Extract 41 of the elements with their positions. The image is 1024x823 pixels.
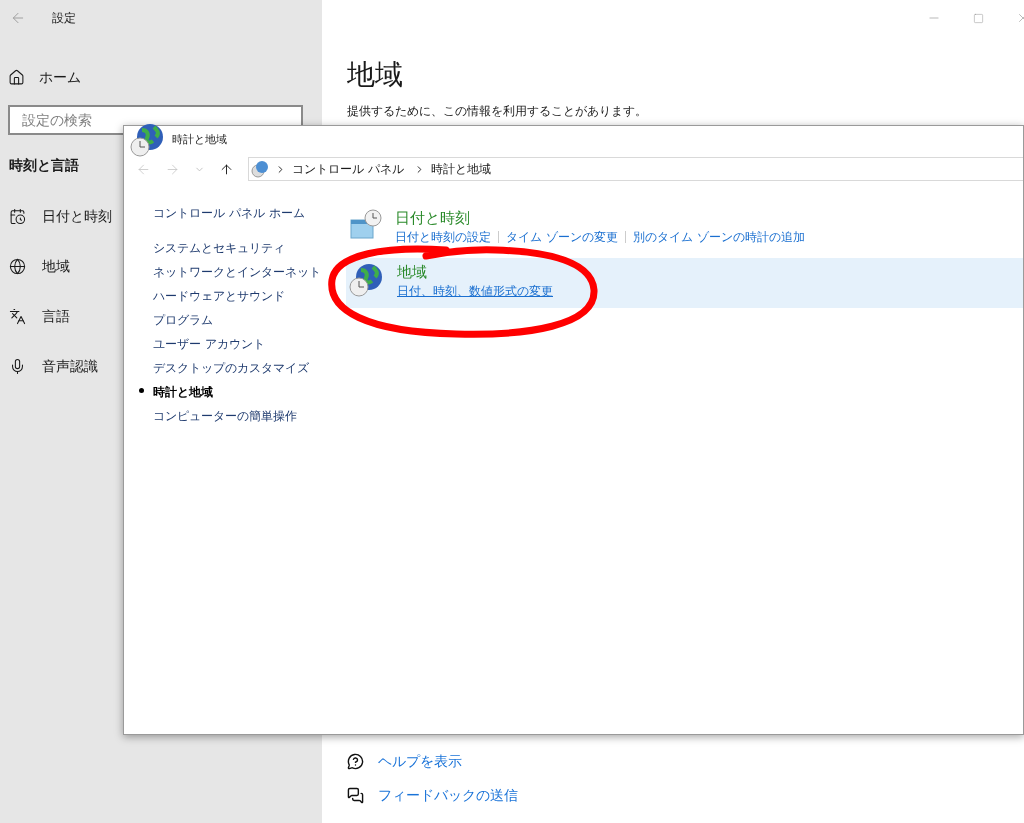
sidebar-link[interactable]: コンピューターの簡単操作 [153,407,297,425]
page-title: 地域 [347,57,404,93]
address-bar[interactable]: コントロール パネル 時計と地域 [248,157,1023,181]
sidebar-link[interactable]: システムとセキュリティ [153,239,285,257]
category-title[interactable]: 日付と時刻 [395,208,805,228]
section-heading: 時刻と言語 [9,156,79,175]
task-link[interactable]: 別のタイム ゾーンの時計の追加 [632,228,805,246]
home-icon [8,68,25,86]
globe-clock-icon [349,262,385,298]
maximize-icon[interactable] [973,12,984,24]
microphone-icon [9,357,26,375]
nav-item[interactable]: 日付と時刻 [9,203,112,229]
calendar-clock-icon [9,207,26,225]
globe-icon [9,257,26,275]
help-link[interactable]: ヘルプを表示 [347,751,1024,772]
nav-item[interactable]: 言語 [9,303,70,329]
sidebar-link[interactable]: プログラム [153,311,213,329]
bullet-icon [139,388,144,393]
sidebar-link[interactable]: ハードウェアとサウンド [153,287,285,305]
task-link[interactable]: タイム ゾーンの変更 [506,228,618,246]
task-link[interactable]: 日付、時刻、数値形式の変更 [397,282,553,300]
people-chat-icon [347,787,364,804]
help-bubble-icon [347,753,364,770]
language-icon [9,307,26,325]
sidebar-link[interactable]: ユーザー アカウント [153,335,265,353]
sidebar-link[interactable]: 時計と地域 [153,383,213,401]
description-text: 提供するために、この情報を利用することがあります。 [347,103,648,120]
home-link[interactable]: ホーム [0,59,322,95]
nav-item[interactable]: 音声認識 [9,353,98,379]
help-link[interactable]: フィードバックの送信 [347,785,1024,806]
nav-item[interactable]: 地域 [9,253,70,279]
sidebar-link[interactable]: ネットワークとインターネット [153,263,321,281]
task-link[interactable]: 日付と時刻の設定 [395,228,491,246]
control-panel-icon [251,160,269,178]
window-title: 設定 [52,10,76,27]
sidebar-link[interactable]: コントロール パネル ホーム [153,204,305,222]
breadcrumb-item[interactable]: 時計と地域 [430,160,491,178]
calendar-clock-icon [349,208,383,242]
category-title[interactable]: 地域 [397,262,553,282]
sidebar-link[interactable]: デスクトップのカスタマイズ [153,359,309,377]
breadcrumb-item[interactable]: コントロール パネル [292,160,404,178]
